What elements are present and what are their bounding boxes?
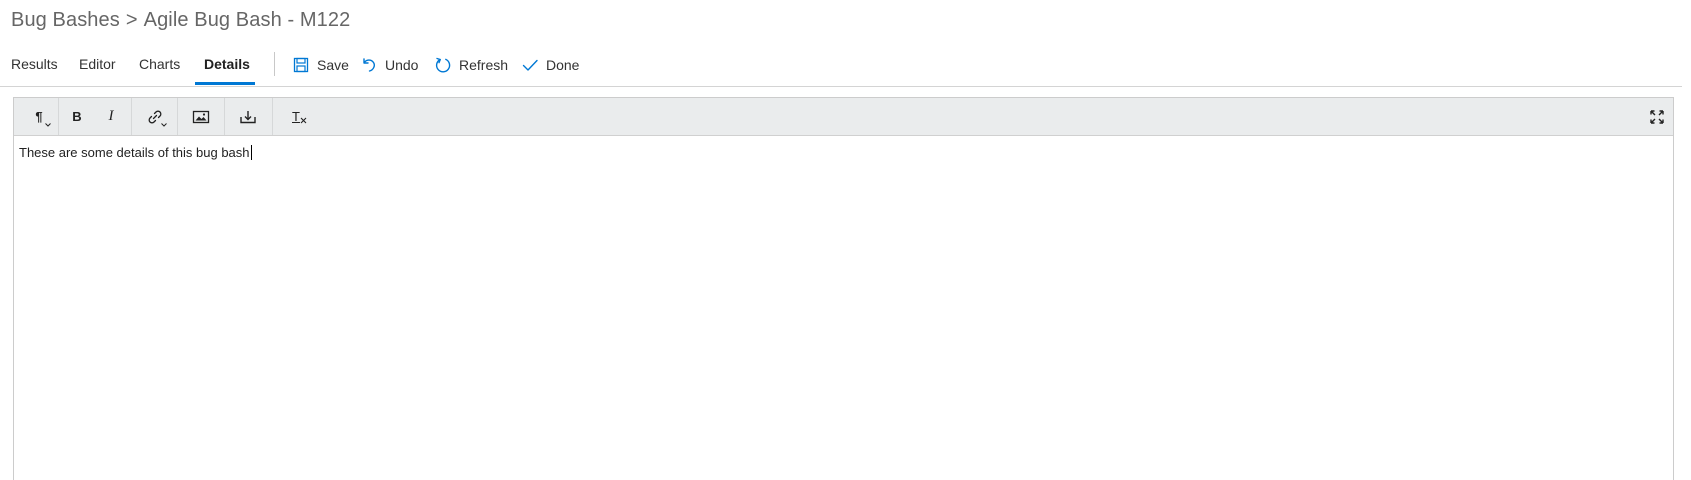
link-icon (147, 109, 167, 127)
clear-formatting-button[interactable]: T (276, 98, 316, 135)
tab-details[interactable]: Details (204, 56, 250, 72)
toolbar-separator (177, 98, 178, 135)
save-label: Save (317, 57, 349, 73)
refresh-icon (434, 56, 452, 74)
tab-charts[interactable]: Charts (139, 56, 180, 72)
tab-bar: Results Editor Charts Details Save Undo … (0, 44, 1682, 87)
toolbar-separator (224, 98, 225, 135)
text-caret (250, 145, 252, 160)
done-button[interactable]: Done (521, 54, 579, 76)
tab-results[interactable]: Results (11, 56, 58, 72)
italic-icon: I (108, 108, 114, 124)
refresh-button[interactable]: Refresh (434, 54, 508, 76)
breadcrumb-parent[interactable]: Bug Bashes (11, 9, 120, 31)
toolbar-separator (131, 98, 132, 135)
command-divider (274, 52, 275, 76)
undo-icon (360, 56, 378, 74)
active-tab-indicator (195, 82, 255, 85)
refresh-label: Refresh (459, 57, 509, 73)
fullscreen-button[interactable] (1644, 98, 1670, 135)
undo-label: Undo (385, 57, 419, 73)
tab-editor[interactable]: Editor (79, 56, 116, 72)
done-label: Done (546, 57, 580, 73)
save-icon (292, 56, 310, 74)
rich-text-editor: ¶ B I T These are some details of this b… (13, 97, 1674, 480)
page: Bug Bashes > Agile Bug Bash - M122 Results… (0, 0, 1691, 480)
editor-text: These are some details of this bug bash (19, 145, 250, 160)
breadcrumb: Bug Bashes > Agile Bug Bash - M122 (11, 9, 350, 32)
bold-button[interactable]: B (62, 98, 92, 135)
bold-icon: B (72, 109, 82, 124)
breadcrumb-current: Agile Bug Bash - M122 (143, 9, 351, 31)
breadcrumb-separator: > (125, 9, 138, 31)
check-icon (521, 56, 539, 74)
undo-button[interactable]: Undo (360, 54, 418, 76)
link-button[interactable] (136, 98, 174, 135)
image-button[interactable] (180, 98, 222, 135)
editor-toolbar: ¶ B I T (14, 98, 1673, 136)
save-button[interactable]: Save (292, 54, 349, 76)
image-icon (192, 109, 210, 125)
fullscreen-icon (1650, 109, 1664, 124)
clear-formatting-icon: T (292, 109, 307, 124)
toolbar-separator (272, 98, 273, 135)
insert-file-button[interactable] (227, 98, 269, 135)
paragraph-icon: ¶ (35, 109, 52, 127)
toolbar-separator (58, 98, 59, 135)
paragraph-format-button[interactable]: ¶ (22, 98, 56, 135)
editor-content[interactable]: These are some details of this bug bash (19, 145, 252, 160)
download-icon (239, 109, 257, 125)
italic-button[interactable]: I (96, 98, 126, 135)
